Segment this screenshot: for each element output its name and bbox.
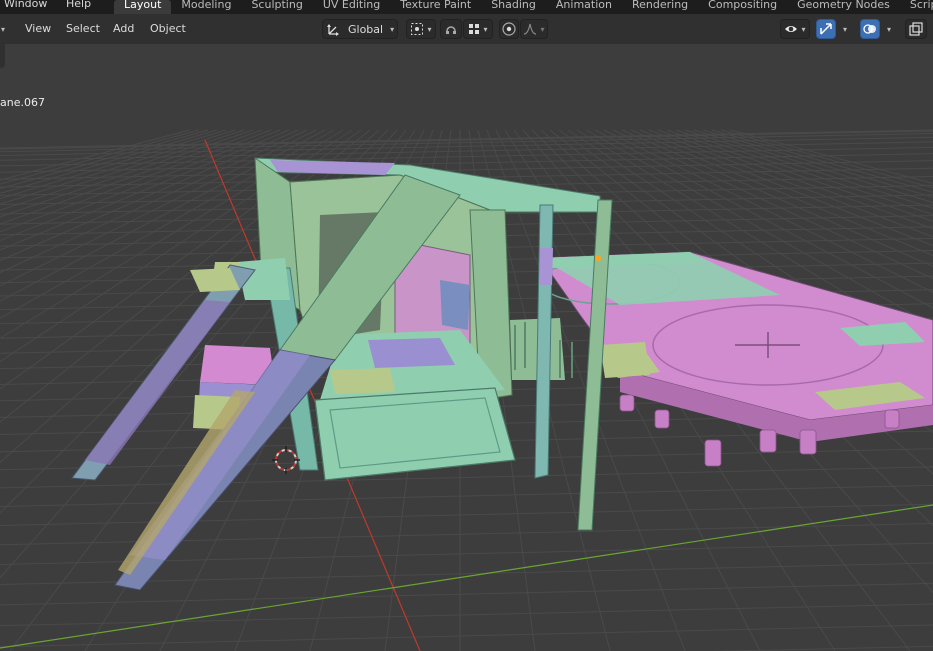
chevron-down-icon: ▾ — [842, 24, 847, 34]
sidebar-toggle[interactable] — [0, 44, 5, 68]
tab-geometry-nodes[interactable]: Geometry Nodes — [787, 0, 900, 14]
tab-layout[interactable]: Layout — [114, 0, 172, 14]
chevron-down-icon: ▾ — [427, 24, 432, 34]
tab-animation[interactable]: Animation — [546, 0, 622, 14]
chevron-down-icon: ▾ — [801, 24, 806, 34]
menu-select[interactable]: Select — [66, 22, 100, 35]
tab-uv-editing[interactable]: UV Editing — [313, 0, 390, 14]
overlay-toggle[interactable] — [860, 19, 880, 39]
xray-toggle[interactable] — [905, 19, 927, 39]
gizmo-toggle[interactable] — [816, 19, 836, 39]
origin-point — [595, 255, 601, 261]
editor-type-chevron[interactable]: ▾ — [0, 19, 10, 39]
falloff-icon — [524, 23, 537, 35]
3d-viewport[interactable] — [0, 44, 933, 651]
gizmo-icon — [820, 23, 832, 35]
menu-window[interactable]: Window — [4, 0, 47, 9]
workspace-tabs: Layout Modeling Sculpting UV Editing Tex… — [114, 0, 933, 14]
gizmo-menu[interactable]: ▾ — [837, 19, 853, 39]
transform-orientation-icon — [327, 24, 339, 36]
snap-target-select[interactable]: ▾ — [463, 19, 493, 39]
tab-rendering[interactable]: Rendering — [622, 0, 698, 14]
menu-object[interactable]: Object — [150, 22, 186, 35]
snap-icon — [446, 26, 456, 34]
visibility-select[interactable]: ▾ — [780, 19, 810, 39]
pivot-point-select[interactable]: ▾ — [406, 19, 436, 39]
tab-texture-paint[interactable]: Texture Paint — [390, 0, 481, 14]
falloff-select[interactable]: ▾ — [520, 19, 548, 39]
chevron-down-icon: ▾ — [0, 24, 5, 34]
visibility-icon — [785, 26, 798, 32]
tab-scripting[interactable]: Scripting — [900, 0, 933, 14]
orientation-label: Global — [348, 22, 384, 36]
proportional-edit-icon — [502, 22, 516, 36]
menu-help[interactable]: Help — [66, 0, 91, 9]
chevron-down-icon: ▾ — [540, 24, 545, 34]
transform-orientation-select[interactable]: Global ▾ — [322, 19, 398, 39]
chevron-down-icon: ▾ — [483, 24, 488, 34]
snap-target-icon — [469, 24, 480, 34]
xray-icon — [909, 22, 923, 36]
overlay-menu[interactable]: ▾ — [881, 19, 897, 39]
tab-sculpting[interactable]: Sculpting — [241, 0, 312, 14]
proportional-edit-toggle[interactable] — [499, 19, 519, 39]
viewport-header: ▾ View Select Add Object Global ▾ ▾ ▾ ▾ … — [0, 14, 933, 44]
menu-view[interactable]: View — [25, 22, 51, 35]
tab-modeling[interactable]: Modeling — [171, 0, 241, 14]
overlay-icon — [863, 24, 876, 34]
pivot-point-icon — [411, 23, 424, 35]
menu-add[interactable]: Add — [113, 22, 134, 35]
object-name-label: ane.067 — [0, 96, 45, 109]
tab-compositing[interactable]: Compositing — [698, 0, 787, 14]
tab-shading[interactable]: Shading — [481, 0, 546, 14]
chevron-down-icon: ▾ — [390, 24, 395, 34]
snap-toggle[interactable] — [440, 19, 462, 39]
workspace-bar: Window Help Layout Modeling Sculpting UV… — [0, 0, 933, 14]
chevron-down-icon: ▾ — [886, 24, 891, 34]
